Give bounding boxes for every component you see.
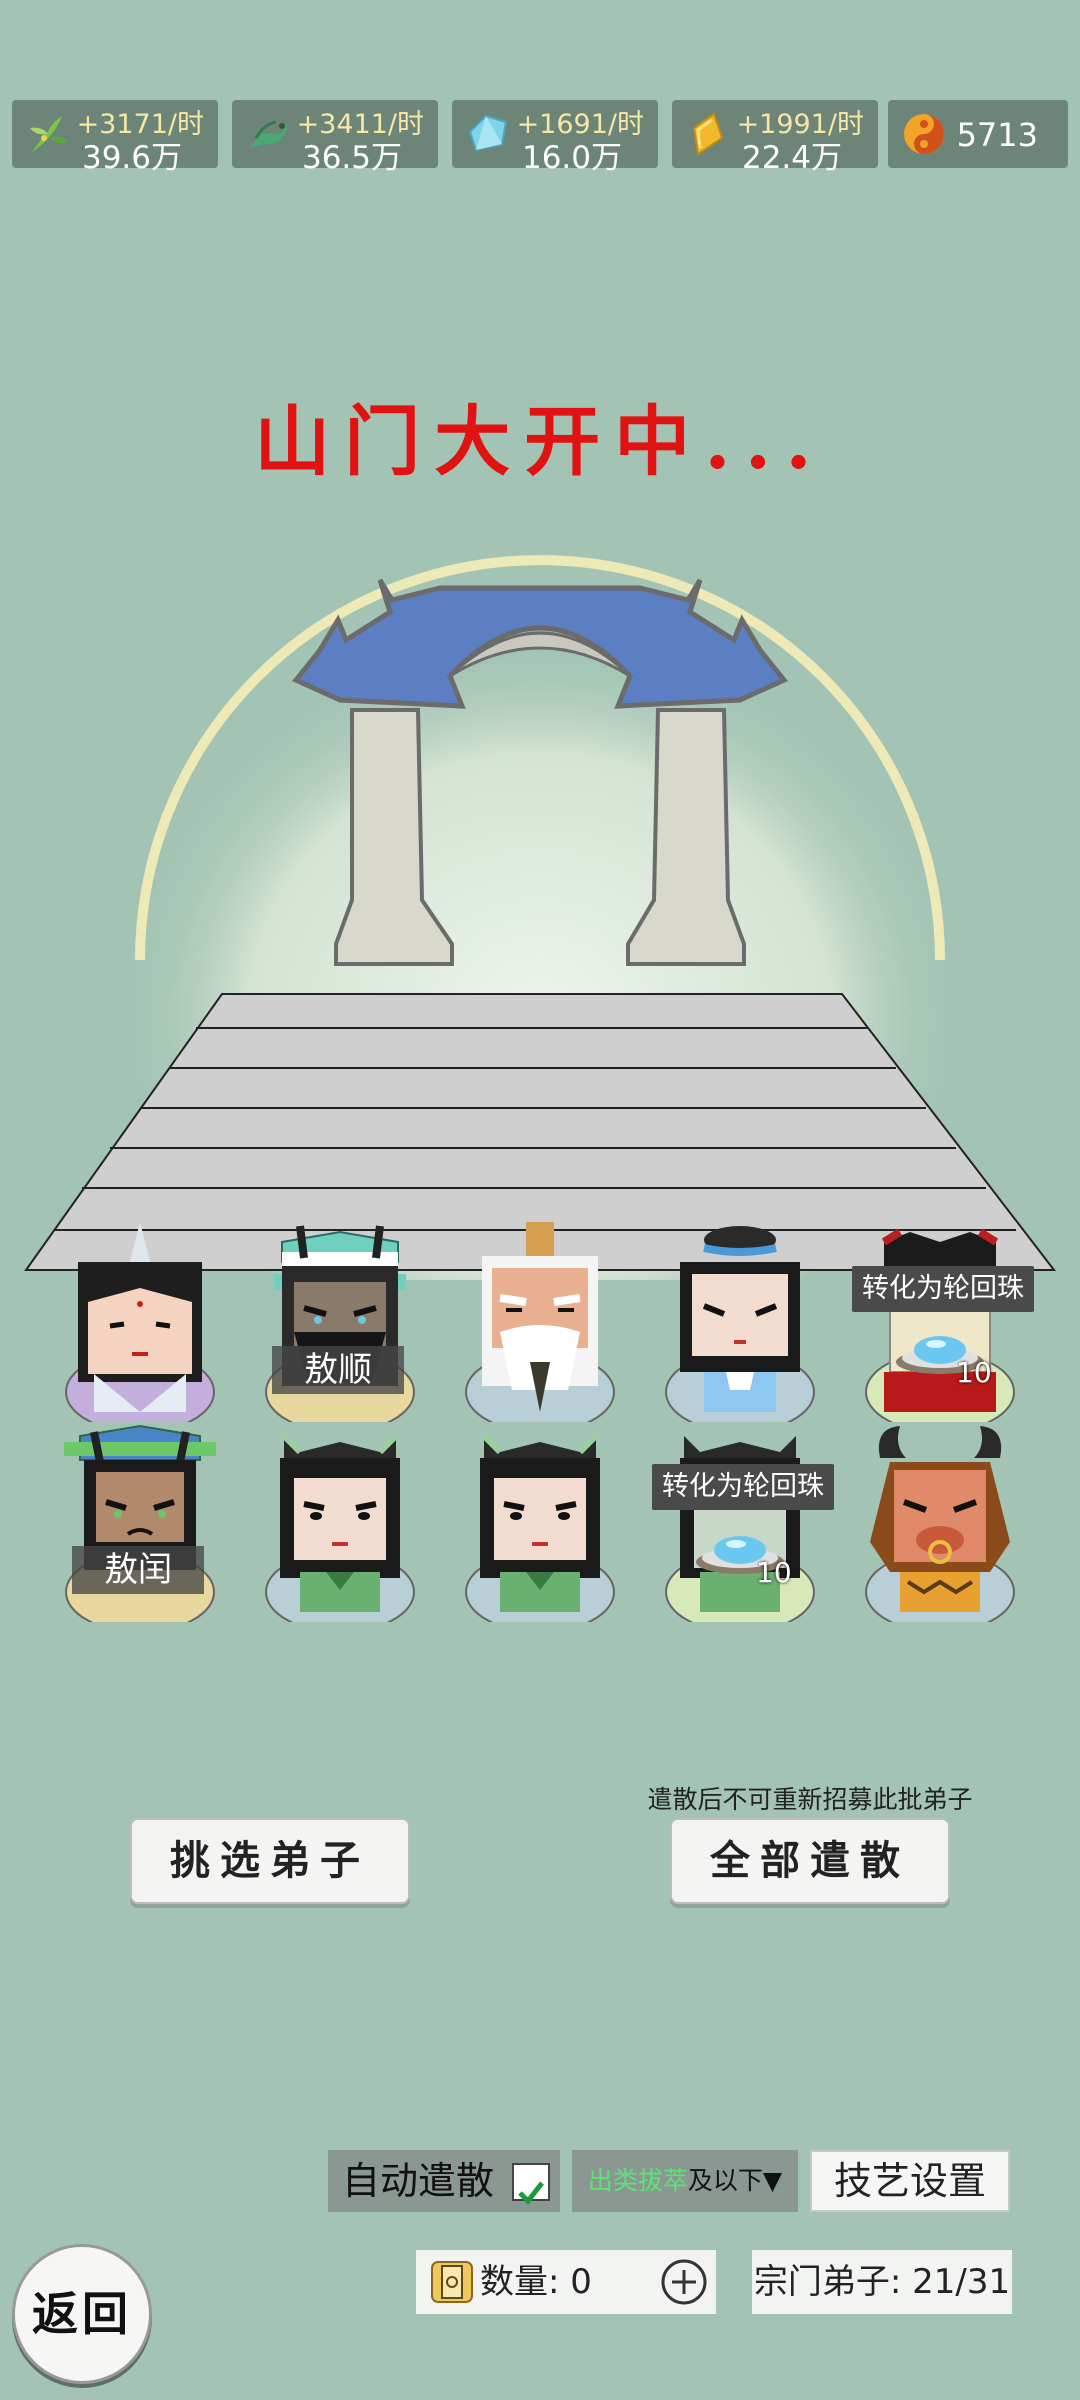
- herb-icon: [30, 116, 68, 152]
- orb-count: 10: [756, 1556, 792, 1589]
- disciple-card[interactable]: 转化为轮回珠 10: [852, 1222, 1034, 1422]
- sect-members-count: 宗门弟子: 21/31: [752, 2250, 1012, 2314]
- filter-suffix: 及以下▼: [687, 2166, 783, 2195]
- spirit-orb-icon: [904, 114, 944, 154]
- disciple-card[interactable]: 敖闰: [60, 1422, 220, 1622]
- convert-to-orb-label: 转化为轮回珠: [852, 1266, 1034, 1312]
- resource-dragon-grass: +3411/时 36.5万: [232, 100, 438, 176]
- crystal-icon: [468, 114, 508, 152]
- disciple-name: 敖顺: [272, 1346, 404, 1394]
- disciple-portrait: [465, 1433, 615, 1622]
- spirit-orb-value: 5713: [956, 116, 1038, 154]
- disciple-card[interactable]: 敖顺: [260, 1222, 420, 1422]
- dragon-grass-total: 36.5万: [301, 140, 402, 176]
- disciple-portrait: [665, 1226, 815, 1422]
- disciple-portrait: [65, 1222, 215, 1422]
- gold-total: 22.4万: [741, 140, 842, 176]
- gold-ingot-icon: [692, 112, 724, 156]
- auto-dismiss-toggle[interactable]: 自动遣散: [328, 2150, 560, 2212]
- disciple-portrait: [265, 1433, 415, 1622]
- disciple-portrait: [465, 1222, 615, 1422]
- quality-filter-dropdown[interactable]: 出类拔萃及以下▼: [572, 2150, 798, 2212]
- disciple-card[interactable]: [660, 1222, 820, 1422]
- crystal-total: 16.0万: [521, 140, 622, 176]
- disciple-card[interactable]: [460, 1422, 620, 1622]
- checkbox-checked-icon[interactable]: [512, 2163, 550, 2205]
- disciple-card[interactable]: [260, 1422, 420, 1622]
- sect-gate-illustration: [24, 555, 1057, 1280]
- disciple-card[interactable]: [460, 1222, 620, 1422]
- quantity-stepper: 数量: 0: [416, 2250, 716, 2314]
- disciple-card[interactable]: [60, 1222, 220, 1422]
- filter-quality: 出类拔萃: [587, 2166, 688, 2195]
- gate-open-title: 山门大开中...: [254, 397, 826, 486]
- disciple-card[interactable]: 转化为轮回珠 10: [652, 1422, 834, 1622]
- select-disciples-button[interactable]: 挑选弟子: [130, 1818, 410, 1904]
- plus-icon[interactable]: [660, 2258, 708, 2306]
- disciple-name: 敖闰: [72, 1546, 204, 1594]
- herb-total: 39.6万: [81, 140, 182, 176]
- quantity-label: 数量: 0: [480, 2262, 592, 2302]
- disciple-card[interactable]: [860, 1422, 1020, 1622]
- disciple-portrait: [865, 1426, 1015, 1622]
- dragon-grass-icon: [250, 120, 288, 148]
- token-icon: [431, 2261, 473, 2303]
- resource-gold: +1991/时 22.4万: [672, 100, 878, 176]
- resource-herb: +3171/时 39.6万: [12, 100, 218, 176]
- back-button[interactable]: 返回: [12, 2244, 152, 2384]
- convert-to-orb-label: 转化为轮回珠: [652, 1464, 834, 1510]
- orb-count: 10: [956, 1356, 992, 1389]
- dismiss-all-button[interactable]: 全部遣散: [670, 1818, 950, 1904]
- skill-settings-button[interactable]: 技艺设置: [810, 2150, 1010, 2212]
- dismiss-hint: 遣散后不可重新招募此批弟子: [647, 1785, 973, 1814]
- auto-dismiss-label: 自动遣散: [342, 2159, 495, 2203]
- resource-spirit-orb: 5713: [888, 100, 1068, 168]
- resource-crystal: +1691/时 16.0万: [452, 100, 658, 176]
